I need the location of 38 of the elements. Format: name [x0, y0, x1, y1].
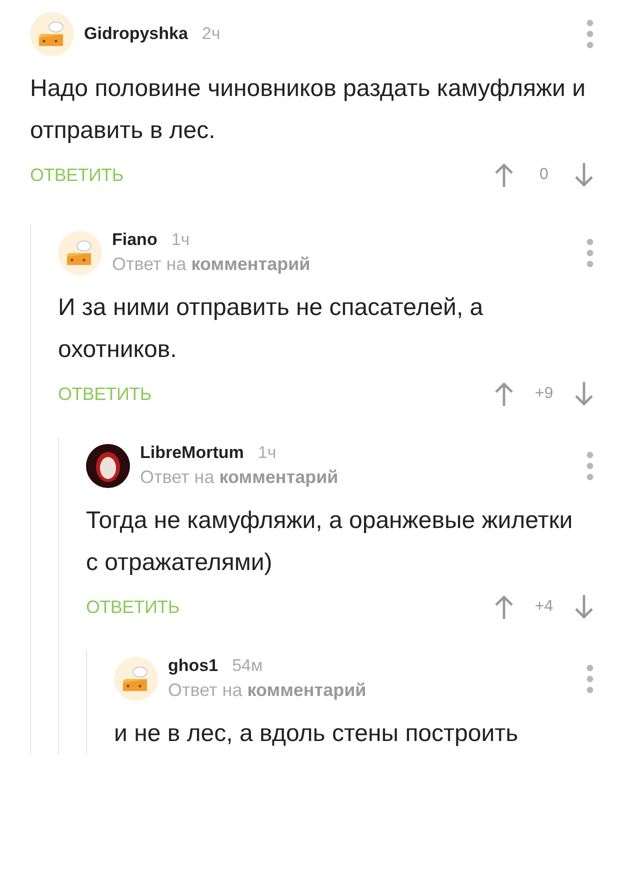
avatar-icon [114, 656, 158, 700]
reply-link[interactable]: ОТВЕТИТЬ [58, 384, 494, 404]
comment-text: и не в лес, а вдоль стены построить [114, 719, 520, 749]
more-options-icon[interactable] [586, 19, 594, 49]
rating-count: 0 [538, 166, 550, 184]
timestamp: 1ч [258, 443, 276, 463]
rating-count: +9 [534, 385, 554, 403]
reply-link[interactable]: ОТВЕТИТЬ [30, 164, 494, 186]
avatar-icon [58, 230, 102, 274]
username[interactable]: ghos1 [168, 656, 218, 676]
timestamp: 2ч [202, 24, 220, 44]
comment-text: Тогда не камуфляжи, а оранжевые жилетки с отражателями) [86, 506, 574, 578]
more-options-icon[interactable] [586, 450, 594, 480]
reply-to-label: Ответ на [168, 680, 242, 701]
username[interactable]: Fiano [112, 230, 158, 250]
comment-text: Надо половине чиновников раздать камуфляжи и отправить в лес. [30, 74, 587, 146]
parent-comment-link[interactable]: комментарий [191, 254, 310, 275]
downvote-icon[interactable] [574, 381, 594, 407]
parent-comment-link[interactable]: комментарий [219, 467, 338, 488]
parent-comment-link[interactable]: комментарий [247, 680, 366, 701]
downvote-icon[interactable] [574, 594, 594, 620]
avatar-icon [30, 12, 74, 56]
upvote-icon[interactable] [494, 162, 514, 188]
upvote-icon[interactable] [494, 594, 514, 620]
username[interactable]: Gidropyshka [84, 24, 188, 44]
more-options-icon[interactable] [586, 664, 594, 694]
username[interactable]: LibreMortum [140, 443, 244, 463]
upvote-icon[interactable] [494, 381, 514, 407]
timestamp: 54м [232, 656, 263, 676]
avatar-icon [86, 444, 130, 488]
reply-link[interactable]: ОТВЕТИТЬ [86, 596, 494, 618]
comment-text: И за ними отправить не спасателей, а охотников. [58, 293, 484, 365]
downvote-icon[interactable] [574, 162, 594, 188]
reply-to-label: Ответ на [140, 467, 214, 488]
more-options-icon[interactable] [586, 238, 594, 268]
reply-to-label: Ответ на [112, 254, 186, 275]
timestamp: 1ч [171, 230, 190, 250]
rating-count: +4 [534, 598, 554, 616]
